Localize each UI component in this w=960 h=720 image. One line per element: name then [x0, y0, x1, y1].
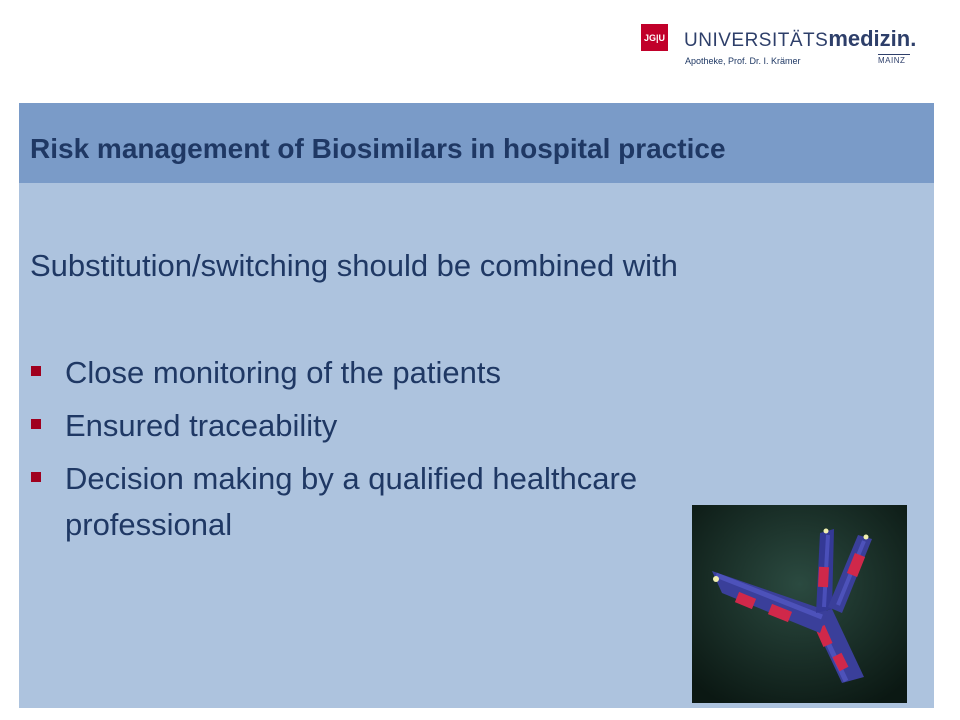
- logo-word-bold: medizin.: [828, 26, 917, 51]
- antibody-icon: [692, 505, 907, 703]
- bullet-marker: [31, 419, 41, 429]
- header-subtitle: Apotheke, Prof. Dr. I. Krämer: [685, 56, 801, 66]
- logo-word-light: UNIVERSITÄTS: [684, 30, 829, 51]
- bullet-item: Close monitoring of the patients: [65, 355, 501, 390]
- bullet-marker: [31, 472, 41, 482]
- slide-title: Risk management of Biosimilars in hospit…: [30, 133, 726, 164]
- university-logo-wordmark: UNIVERSITÄTSmedizin.: [684, 26, 916, 54]
- university-logo-mark: JG|U: [641, 24, 668, 51]
- bullet-item: Decision making by a qualified healthcar…: [65, 461, 638, 496]
- bullet-item-continuation: professional: [65, 507, 233, 542]
- antibody-image: [692, 505, 907, 703]
- logo-city: MAINZ: [878, 56, 906, 65]
- logo-divider: [878, 54, 910, 55]
- lead-text: Substitution/switching should be combine…: [30, 248, 678, 283]
- bullet-item: Ensured traceability: [65, 408, 338, 443]
- bullet-marker: [31, 366, 41, 376]
